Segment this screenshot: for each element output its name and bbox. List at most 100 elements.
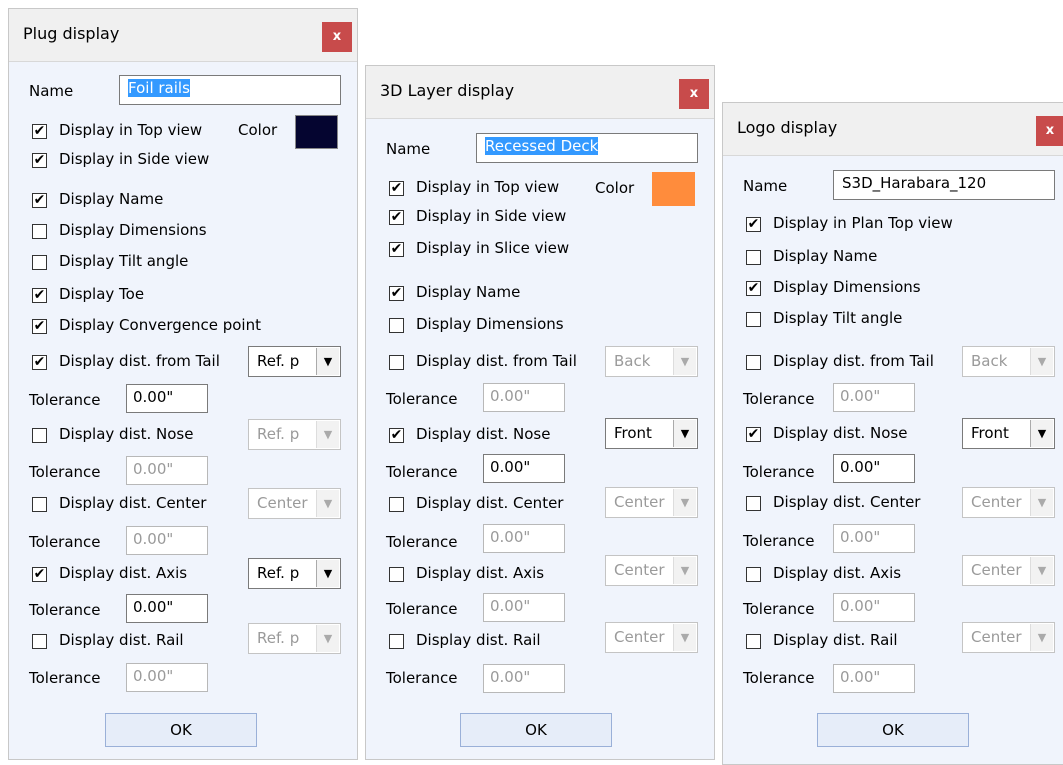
color-swatch[interactable]: [295, 115, 338, 149]
display-toe-checkbox[interactable]: ✔: [32, 288, 47, 303]
dist-nose-select[interactable]: Front ▼: [605, 418, 698, 449]
name-field[interactable]: Foil rails: [119, 75, 341, 105]
name-label: Name: [743, 177, 788, 195]
display-tilt-checkbox[interactable]: [746, 312, 761, 327]
display-name-checkbox[interactable]: ✔: [32, 193, 47, 208]
select-value: Back: [614, 352, 651, 370]
dist-center-checkbox[interactable]: [389, 497, 404, 512]
tolerance-tail-field[interactable]: 0.00": [833, 383, 915, 412]
chevron-down-icon[interactable]: ▼: [673, 624, 696, 651]
ok-button[interactable]: OK: [817, 713, 969, 747]
tolerance-axis-field[interactable]: 0.00": [126, 594, 208, 623]
tolerance-nose-field[interactable]: 0.00": [126, 456, 208, 485]
tolerance-nose-field[interactable]: 0.00": [833, 454, 915, 483]
dist-rail-checkbox[interactable]: [389, 634, 404, 649]
dist-rail-checkbox[interactable]: [32, 634, 47, 649]
name-field[interactable]: Recessed Deck: [476, 133, 698, 163]
tolerance-center-field[interactable]: 0.00": [126, 526, 208, 555]
dist-rail-select[interactable]: Center ▼: [605, 622, 698, 653]
ok-button[interactable]: OK: [460, 713, 612, 747]
tolerance-rail-field[interactable]: 0.00": [833, 664, 915, 693]
chevron-down-icon[interactable]: ▼: [316, 560, 339, 587]
chevron-down-icon[interactable]: ▼: [316, 490, 339, 517]
close-button[interactable]: x: [679, 79, 709, 109]
side-view-checkbox[interactable]: ✔: [389, 210, 404, 225]
slice-view-checkbox[interactable]: ✔: [389, 242, 404, 257]
tolerance-tail-field[interactable]: 0.00": [483, 383, 565, 412]
select-value: Ref. p: [257, 564, 300, 582]
display-dimensions-checkbox[interactable]: [32, 224, 47, 239]
chevron-down-icon[interactable]: ▼: [673, 557, 696, 584]
tolerance-label: Tolerance: [743, 390, 815, 408]
tolerance-tail-field[interactable]: 0.00": [126, 384, 208, 413]
dist-nose-checkbox[interactable]: [32, 428, 47, 443]
dist-center-checkbox[interactable]: [32, 497, 47, 512]
tolerance-rail-field[interactable]: 0.00": [483, 664, 565, 693]
dist-nose-select[interactable]: Front ▼: [962, 418, 1055, 449]
dist-center-select[interactable]: Center ▼: [962, 487, 1055, 518]
dist-nose-select[interactable]: Ref. p ▼: [248, 419, 341, 450]
tolerance-axis-field[interactable]: 0.00": [483, 593, 565, 622]
dist-center-select[interactable]: Center ▼: [248, 488, 341, 519]
dist-axis-select[interactable]: Ref. p ▼: [248, 558, 341, 589]
ok-button[interactable]: OK: [105, 713, 257, 747]
dist-center-select[interactable]: Center ▼: [605, 487, 698, 518]
dist-tail-label: Display dist. from Tail: [773, 352, 934, 370]
color-swatch[interactable]: [652, 172, 695, 206]
dist-axis-select[interactable]: Center ▼: [605, 555, 698, 586]
display-name-checkbox[interactable]: ✔: [389, 286, 404, 301]
select-value: Back: [971, 352, 1008, 370]
dist-tail-checkbox[interactable]: [746, 355, 761, 370]
dist-axis-checkbox[interactable]: ✔: [32, 567, 47, 582]
tolerance-center-field[interactable]: 0.00": [483, 524, 565, 553]
tolerance-rail-field[interactable]: 0.00": [126, 663, 208, 692]
name-label: Name: [386, 140, 431, 158]
chevron-down-icon[interactable]: ▼: [1030, 557, 1053, 584]
dist-tail-select[interactable]: Ref. p ▼: [248, 346, 341, 377]
top-view-checkbox[interactable]: ✔: [389, 181, 404, 196]
display-dimensions-label: Display Dimensions: [773, 278, 921, 296]
dist-tail-checkbox[interactable]: [389, 355, 404, 370]
dist-tail-checkbox[interactable]: ✔: [32, 355, 47, 370]
chevron-down-icon[interactable]: ▼: [673, 420, 696, 447]
side-view-checkbox[interactable]: ✔: [32, 153, 47, 168]
dist-rail-select[interactable]: Center ▼: [962, 622, 1055, 653]
display-dimensions-checkbox[interactable]: [389, 318, 404, 333]
name-field[interactable]: S3D_Harabara_120: [833, 170, 1055, 200]
display-convergence-checkbox[interactable]: ✔: [32, 319, 47, 334]
dist-axis-checkbox[interactable]: [389, 567, 404, 582]
dist-center-checkbox[interactable]: [746, 496, 761, 511]
top-view-checkbox[interactable]: ✔: [32, 124, 47, 139]
dist-axis-checkbox[interactable]: [746, 567, 761, 582]
tolerance-axis-field[interactable]: 0.00": [833, 593, 915, 622]
chevron-down-icon[interactable]: ▼: [1030, 624, 1053, 651]
tolerance-label: Tolerance: [29, 391, 101, 409]
dist-nose-checkbox[interactable]: ✔: [746, 427, 761, 442]
chevron-down-icon[interactable]: ▼: [316, 625, 339, 652]
slice-view-label: Display in Slice view: [416, 239, 570, 257]
chevron-down-icon[interactable]: ▼: [1030, 348, 1053, 375]
dist-center-label: Display dist. Center: [416, 494, 564, 512]
chevron-down-icon[interactable]: ▼: [1030, 489, 1053, 516]
chevron-down-icon[interactable]: ▼: [1030, 420, 1053, 447]
chevron-down-icon[interactable]: ▼: [316, 421, 339, 448]
tolerance-nose-field[interactable]: 0.00": [483, 454, 565, 483]
chevron-down-icon[interactable]: ▼: [673, 489, 696, 516]
dist-axis-select[interactable]: Center ▼: [962, 555, 1055, 586]
display-name-checkbox[interactable]: [746, 250, 761, 265]
dist-tail-select[interactable]: Back ▼: [962, 346, 1055, 377]
close-button[interactable]: x: [322, 22, 352, 52]
tolerance-center-field[interactable]: 0.00": [833, 524, 915, 553]
plan-top-view-checkbox[interactable]: ✔: [746, 217, 761, 232]
dist-rail-checkbox[interactable]: [746, 634, 761, 649]
display-tilt-checkbox[interactable]: [32, 255, 47, 270]
dist-rail-select[interactable]: Ref. p ▼: [248, 623, 341, 654]
close-button[interactable]: x: [1036, 116, 1063, 146]
chevron-down-icon[interactable]: ▼: [316, 348, 339, 375]
dist-tail-select[interactable]: Back ▼: [605, 346, 698, 377]
select-value: Center: [614, 493, 665, 511]
dialog-title: Plug display: [23, 24, 120, 43]
chevron-down-icon[interactable]: ▼: [673, 348, 696, 375]
display-dimensions-checkbox[interactable]: ✔: [746, 281, 761, 296]
dist-nose-checkbox[interactable]: ✔: [389, 428, 404, 443]
